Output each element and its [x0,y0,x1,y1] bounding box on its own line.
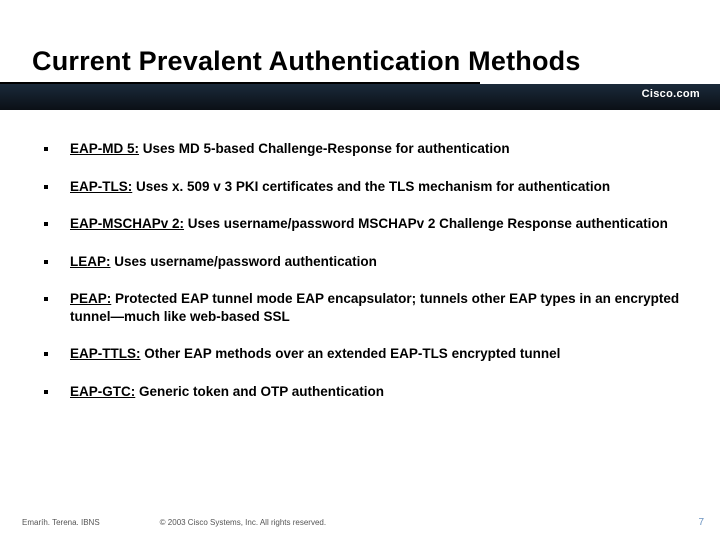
bullet-text: EAP-MSCHAPv 2: Uses username/password MS… [70,215,668,233]
page-title: Current Prevalent Authentication Methods [32,46,581,77]
bullet-rest: Uses x. 509 v 3 PKI certificates and the… [132,179,610,194]
bullet-rest: Generic token and OTP authentication [135,384,384,399]
list-item: EAP-MD 5: Uses MD 5-based Challenge-Resp… [44,140,692,158]
bullet-rest: Uses username/password authentication [111,254,377,269]
bullet-term: LEAP: [70,254,111,269]
bullet-text: PEAP: Protected EAP tunnel mode EAP enca… [70,290,692,325]
bullet-icon [44,260,48,264]
accent-bar [0,84,720,110]
bullet-icon [44,185,48,189]
bullet-text: LEAP: Uses username/password authenticat… [70,253,377,271]
bullet-icon [44,390,48,394]
list-item: PEAP: Protected EAP tunnel mode EAP enca… [44,290,692,325]
page-number: 7 [698,517,704,528]
bullet-text: EAP-TLS: Uses x. 509 v 3 PKI certificate… [70,178,610,196]
content-area: EAP-MD 5: Uses MD 5-based Challenge-Resp… [44,140,692,420]
bullet-text: EAP-TTLS: Other EAP methods over an exte… [70,345,560,363]
list-item: EAP-TTLS: Other EAP methods over an exte… [44,345,692,363]
brand-label: Cisco.com [642,88,700,100]
footer-copyright: © 2003 Cisco Systems, Inc. All rights re… [100,518,699,527]
footer: Emaríh. Terena. IBNS © 2003 Cisco System… [22,517,704,528]
bullet-term: EAP-MD 5: [70,141,139,156]
footer-left: Emaríh. Terena. IBNS [22,518,100,527]
bullet-rest: Other EAP methods over an extended EAP-T… [141,346,561,361]
bullet-rest: Uses username/password MSCHAPv 2 Challen… [184,216,668,231]
list-item: EAP-TLS: Uses x. 509 v 3 PKI certificate… [44,178,692,196]
bullet-rest: Protected EAP tunnel mode EAP encapsulat… [70,291,679,324]
bullet-text: EAP-GTC: Generic token and OTP authentic… [70,383,384,401]
bullet-rest: Uses MD 5-based Challenge-Response for a… [139,141,510,156]
bullet-term: PEAP: [70,291,111,306]
bullet-term: EAP-TLS: [70,179,132,194]
list-item: LEAP: Uses username/password authenticat… [44,253,692,271]
list-item: EAP-MSCHAPv 2: Uses username/password MS… [44,215,692,233]
bullet-icon [44,297,48,301]
bullet-term: EAP-GTC: [70,384,135,399]
slide: Current Prevalent Authentication Methods… [0,0,720,540]
bullet-icon [44,147,48,151]
bullet-term: EAP-TTLS: [70,346,141,361]
bullet-icon [44,352,48,356]
bullet-icon [44,222,48,226]
list-item: EAP-GTC: Generic token and OTP authentic… [44,383,692,401]
bullet-term: EAP-MSCHAPv 2: [70,216,184,231]
bullet-text: EAP-MD 5: Uses MD 5-based Challenge-Resp… [70,140,510,158]
